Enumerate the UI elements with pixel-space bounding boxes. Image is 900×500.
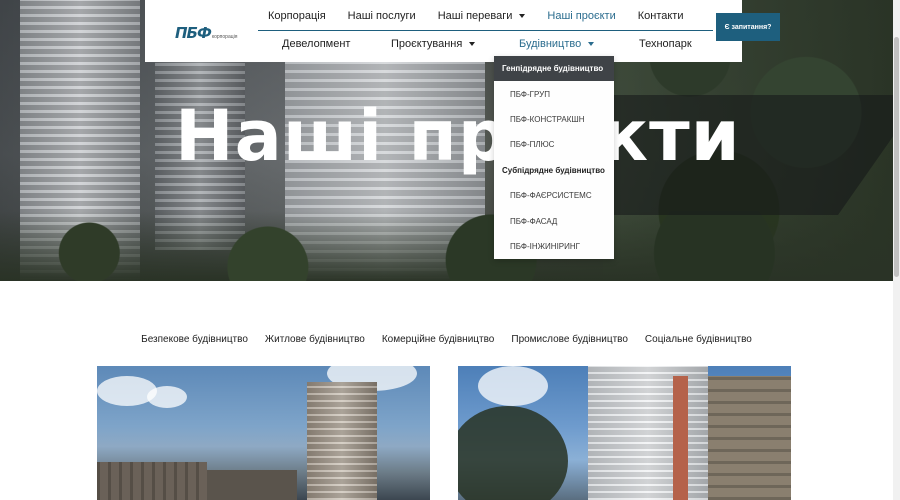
cloud bbox=[478, 366, 548, 406]
project-image-facade bbox=[673, 376, 688, 500]
logo-subtitle: корпорація bbox=[211, 34, 238, 40]
logo-mark: ПБФ bbox=[175, 24, 212, 42]
project-card[interactable] bbox=[97, 366, 430, 500]
dropdown-group-subcontracting[interactable]: Субпідрядне будівництво bbox=[494, 158, 614, 183]
page: Наші проєкти ПБФ корпорація Корпорація Н… bbox=[0, 0, 900, 500]
nav-item-advantages[interactable]: Наші переваги bbox=[438, 10, 526, 22]
category-filter: Безпекове будівництво Житлове будівництв… bbox=[0, 334, 893, 345]
project-image-building bbox=[588, 366, 708, 500]
page-title: Наші проєкти bbox=[175, 95, 741, 177]
nav-item-contacts[interactable]: Контакти bbox=[638, 10, 684, 22]
scrollbar-thumb[interactable] bbox=[894, 37, 899, 277]
construction-dropdown-menu: Генпідрядне будівництво ПБФ-ГРУП ПБФ-КОН… bbox=[494, 56, 614, 259]
project-image-building bbox=[708, 376, 791, 500]
category-commercial[interactable]: Комерційне будівництво bbox=[382, 334, 495, 345]
dropdown-item-pbf-firesystems[interactable]: ПБФ-ФАЄРСИСТЕМС bbox=[494, 183, 614, 208]
chevron-down-icon bbox=[588, 42, 595, 46]
category-security[interactable]: Безпекове будівництво bbox=[141, 334, 248, 345]
category-residential[interactable]: Житлове будівництво bbox=[265, 334, 365, 345]
nav-item-technopark[interactable]: Технопарк bbox=[639, 38, 692, 50]
project-image-building bbox=[207, 470, 297, 500]
nav-divider bbox=[258, 30, 713, 31]
project-image-building bbox=[307, 382, 377, 500]
dropdown-item-pbf-construction[interactable]: ПБФ-КОНСТРАКШН bbox=[494, 107, 614, 132]
chevron-down-icon bbox=[519, 14, 526, 18]
dropdown-item-pbf-facade[interactable]: ПБФ-ФАСАД bbox=[494, 208, 614, 233]
project-image-tree bbox=[458, 406, 568, 500]
main-nav: Корпорація Наші послуги Наші переваги На… bbox=[268, 10, 705, 22]
dropdown-item-pbf-engineering[interactable]: ПБФ-ІНЖИНІРИНГ bbox=[494, 234, 614, 259]
nav-item-label: Контакти bbox=[637, 10, 684, 22]
nav-item-label: Наші послуги bbox=[347, 10, 416, 22]
nav-item-label: Корпорація bbox=[268, 10, 326, 22]
dropdown-group-general-contracting[interactable]: Генпідрядне будівництво bbox=[494, 56, 614, 82]
nav-item-services[interactable]: Наші послуги bbox=[348, 10, 416, 22]
nav-item-label: Наші проєкти bbox=[547, 10, 616, 22]
cloud bbox=[147, 386, 187, 408]
project-card[interactable] bbox=[458, 366, 791, 500]
category-industrial[interactable]: Промислове будівництво bbox=[511, 334, 628, 345]
nav-item-design[interactable]: Проєктування bbox=[391, 38, 476, 50]
question-button[interactable]: Є запитання? bbox=[716, 13, 780, 41]
nav-item-label: Будівництво bbox=[519, 38, 582, 50]
dropdown-item-pbf-plus[interactable]: ПБФ-ПЛЮС bbox=[494, 132, 614, 157]
project-image-building bbox=[97, 462, 207, 500]
nav-item-construction[interactable]: Будівництво bbox=[519, 38, 595, 50]
nav-item-corporation[interactable]: Корпорація bbox=[268, 10, 326, 22]
scrollbar[interactable] bbox=[893, 0, 900, 500]
nav-item-label: Наші переваги bbox=[437, 10, 513, 22]
nav-item-projects[interactable]: Наші проєкти bbox=[547, 10, 615, 22]
nav-item-label: Проєктування bbox=[391, 38, 463, 50]
chevron-down-icon bbox=[469, 42, 476, 46]
nav-item-label: Технопарк bbox=[639, 38, 692, 50]
site-header: ПБФ корпорація Корпорація Наші послуги Н… bbox=[145, 0, 742, 62]
logo[interactable]: ПБФ корпорація bbox=[175, 24, 237, 42]
dropdown-item-pbf-grup[interactable]: ПБФ-ГРУП bbox=[494, 81, 614, 106]
nav-item-development[interactable]: Девелопмент bbox=[282, 38, 350, 50]
nav-item-label: Девелопмент bbox=[282, 38, 351, 50]
hero-trees bbox=[0, 211, 893, 281]
category-social[interactable]: Соціальне будівництво bbox=[645, 334, 752, 345]
